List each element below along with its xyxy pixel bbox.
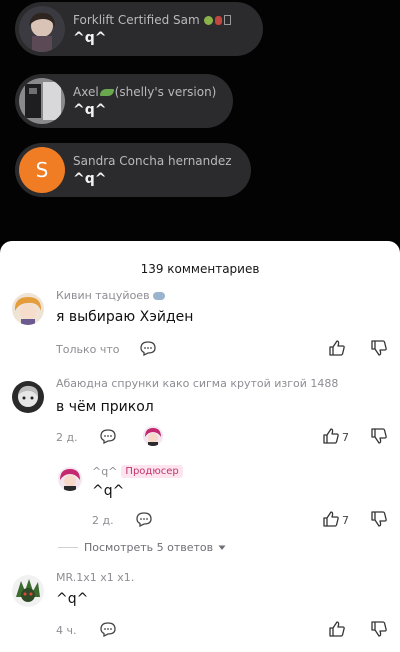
avatar: S: [19, 147, 65, 193]
chat-name-prefix: Axel: [73, 84, 99, 99]
avatar-letter: S: [35, 158, 49, 182]
comment-author[interactable]: Абаюдна спрунки како сигма крутой изгой …: [56, 377, 338, 390]
comment-time: 2 д.: [56, 431, 78, 444]
chat-message: ^q^: [73, 170, 107, 187]
reply-bubble-icon[interactable]: [139, 340, 157, 356]
view-replies-label: Посмотреть 5 ответов: [84, 541, 214, 554]
like-count: 7: [342, 514, 349, 527]
like-icon[interactable]: [322, 427, 340, 445]
avatar[interactable]: [12, 575, 44, 607]
red-emoji-icon: [214, 15, 222, 25]
comment-text: ^q^: [92, 483, 125, 499]
reply-bubble-icon[interactable]: [99, 621, 117, 637]
avatar[interactable]: [12, 293, 44, 325]
comment-time: 2 д.: [92, 514, 114, 527]
comments-sheet: 139 комментариев Кивин тацуйоев я выбира…: [0, 241, 400, 652]
comment-author[interactable]: Кивин тацуйоев: [56, 289, 165, 302]
divider: [58, 547, 78, 548]
chat-message: ^q^: [73, 101, 107, 118]
chat-row-sam[interactable]: Forklift Certified Sam ^q^: [15, 2, 263, 56]
avatar[interactable]: [12, 381, 44, 413]
chat-name: Forklift Certified Sam: [73, 12, 200, 27]
creator-liked-avatar: [143, 426, 163, 446]
like-icon[interactable]: [328, 620, 346, 638]
chat-row-sandra[interactable]: S Sandra Concha hernandez ^q^: [15, 143, 251, 197]
like-icon[interactable]: [328, 339, 346, 357]
reply-bubble-icon[interactable]: [99, 428, 117, 444]
chat-list-area: Forklift Certified Sam ^q^ Axel (shelly's…: [0, 0, 400, 242]
chat-name: Sandra Concha hernandez: [73, 153, 232, 168]
chat-row-axel[interactable]: Axel (shelly's version) ^q^: [15, 74, 233, 128]
dislike-icon[interactable]: [370, 339, 388, 357]
comment-text: я выбираю Хэйден: [56, 309, 194, 325]
like-icon[interactable]: [322, 510, 340, 528]
comment-author[interactable]: MR.1x1 x1 x1.: [56, 571, 134, 584]
producer-badge: Продюсер: [121, 465, 183, 478]
unknown-glyph-icon: [223, 15, 231, 25]
like-count: 7: [342, 431, 349, 444]
heart-emoji-icon: [203, 15, 213, 25]
view-replies-link[interactable]: Посмотреть 5 ответов: [58, 541, 226, 554]
chevron-down-icon: [218, 545, 226, 550]
comment-text: в чём прикол: [56, 399, 154, 415]
avatar[interactable]: [58, 467, 82, 491]
comment-time: 4 ч.: [56, 624, 77, 637]
cat-emoji-icon: [152, 292, 165, 300]
avatar: [19, 78, 65, 124]
comment-text: ^q^: [56, 591, 89, 607]
dislike-icon[interactable]: [370, 427, 388, 445]
chat-name-suffix: (shelly's version): [114, 84, 217, 99]
dislike-icon[interactable]: [370, 620, 388, 638]
avatar: [19, 6, 65, 52]
chat-message: ^q^: [73, 29, 107, 46]
comment-time: Только что: [56, 343, 120, 356]
comment-author[interactable]: ^q^ Продюсер: [92, 465, 183, 478]
leaf-emoji-icon: [99, 88, 114, 96]
comments-count-title: 139 комментариев: [140, 262, 260, 276]
dislike-icon[interactable]: [370, 510, 388, 528]
reply-bubble-icon[interactable]: [135, 511, 153, 527]
